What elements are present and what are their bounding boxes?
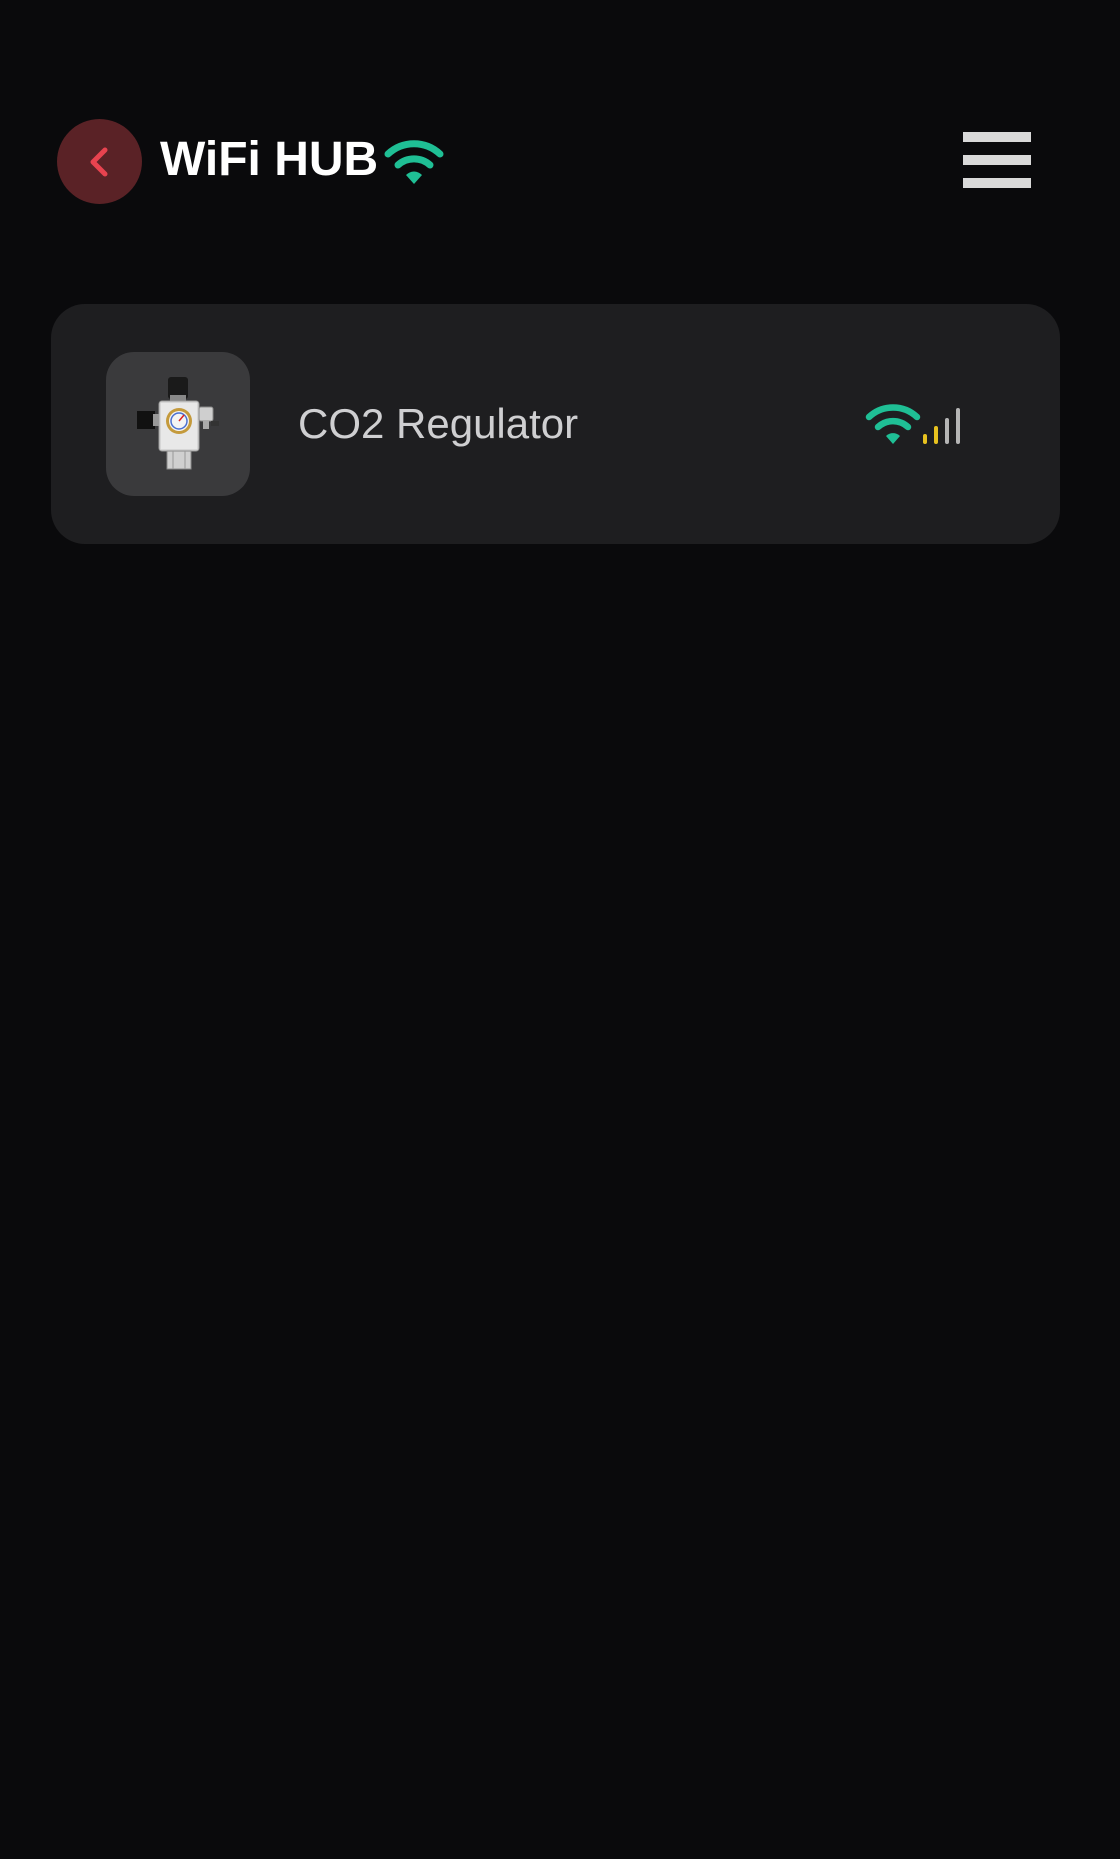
signal-bar-4 <box>956 408 960 444</box>
signal-bar-1 <box>923 434 927 444</box>
wifi-icon <box>865 404 921 444</box>
hamburger-menu-button[interactable] <box>960 128 1032 192</box>
menu-bar-bottom <box>963 178 1031 188</box>
signal-bar-3 <box>945 418 949 444</box>
menu-bar-middle <box>963 155 1031 165</box>
chevron-left-icon <box>90 147 107 176</box>
wifi-icon <box>384 140 444 184</box>
signal-bar-2 <box>934 426 938 444</box>
menu-bar-top <box>963 132 1031 142</box>
back-button[interactable] <box>57 119 142 204</box>
device-card-co2-regulator[interactable]: CO2 Regulator <box>51 304 1060 544</box>
co2-regulator-icon <box>137 377 219 470</box>
device-name: CO2 Regulator <box>298 400 579 447</box>
page-title: WiFi HUB <box>160 133 379 186</box>
device-thumbnail <box>106 352 250 496</box>
app-header: WiFi HUB <box>0 0 1120 320</box>
signal-strength-icon <box>923 408 960 444</box>
